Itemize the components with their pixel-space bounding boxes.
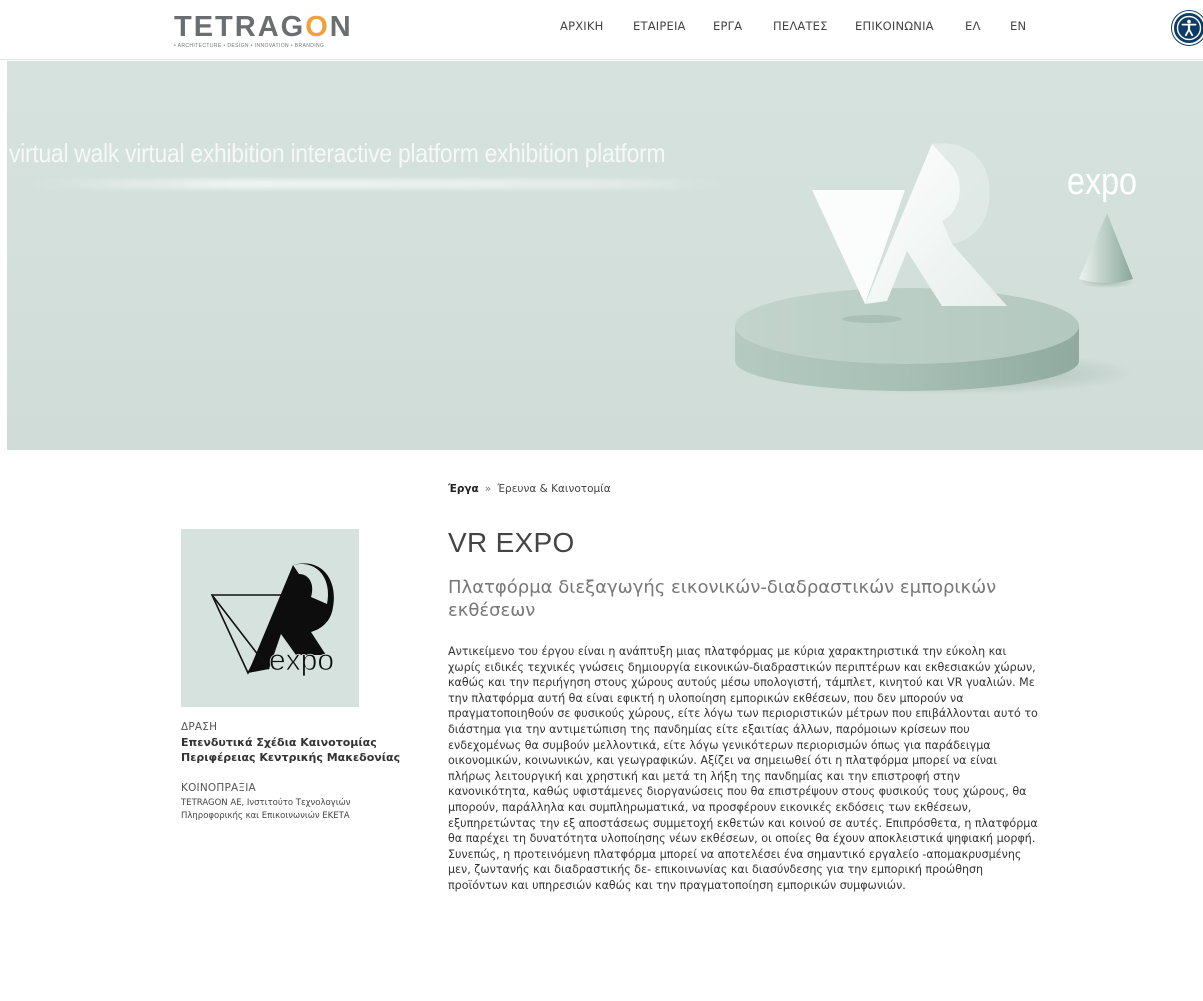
- breadcrumb-projects-link[interactable]: Έργα: [448, 483, 479, 495]
- page-subtitle: Πλατφόρμα διεξαγωγής εικονικών-διαδραστι…: [448, 577, 997, 621]
- tetragon-logo[interactable]: TETRAGON • ARCHITECTURE • DESIGN • INNOV…: [174, 11, 364, 49]
- action-label: ΔΡΑΣΗ: [181, 721, 218, 733]
- consortium-value-line1: TETRAGON AE, Ινστιτούτο Τεχνολογιών: [181, 798, 351, 808]
- hero-vr-illustration: expo: [735, 143, 1137, 395]
- action-value-line1: Επενδυτικά Σχέδια Καινοτομίας: [181, 736, 377, 749]
- nav-item-lang-en[interactable]: EN: [1010, 19, 1026, 33]
- breadcrumb-separator: »: [484, 483, 492, 495]
- consortium-value-line2: Πληροφορικής και Επικοινωνιών ΕΚΕΤΑ: [181, 811, 350, 821]
- hero-expo-label: expo: [1067, 161, 1137, 203]
- page-title: VR EXPO: [448, 527, 575, 558]
- nav-item-lang-el[interactable]: ΕΛ: [965, 19, 981, 33]
- project-description: Αντικείμενο του έργου είναι η ανάπτυξη μ…: [448, 645, 1038, 892]
- breadcrumb: Έργα » Έρευνα & Καινοτομία: [448, 483, 611, 495]
- consortium-label: ΚΟΙΝΟΠΡΑΞΙΑ: [181, 782, 256, 794]
- nav-item-home[interactable]: ΑΡΧΙΚΗ: [560, 19, 603, 33]
- project-logo: expo: [181, 529, 359, 707]
- logo-tagline: • ARCHITECTURE • DESIGN • INNOVATION • B…: [174, 43, 325, 49]
- logo-wordmark: TETRAGON: [174, 11, 353, 43]
- hero-banner: virtual walk virtual exhibition interact…: [7, 61, 1203, 450]
- nav-item-clients[interactable]: ΠΕΛΑΤΕΣ: [773, 19, 828, 33]
- accessibility-icon[interactable]: [1172, 11, 1203, 45]
- nav-item-projects[interactable]: ΕΡΓΑ: [713, 19, 742, 33]
- action-value-line2: Περιφέρειας Κεντρικής Μακεδονίας: [181, 751, 401, 764]
- logo-expo-text: expo: [269, 644, 334, 677]
- site-header: TETRAGON • ARCHITECTURE • DESIGN • INNOV…: [0, 0, 1203, 60]
- nav-item-contact[interactable]: ΕΠΙΚΟΙΝΩΝΙΑ: [855, 19, 934, 33]
- nav-item-company[interactable]: ΕΤΑΙΡΕΙΑ: [633, 19, 686, 33]
- breadcrumb-current: Έρευνα & Καινοτομία: [497, 483, 611, 495]
